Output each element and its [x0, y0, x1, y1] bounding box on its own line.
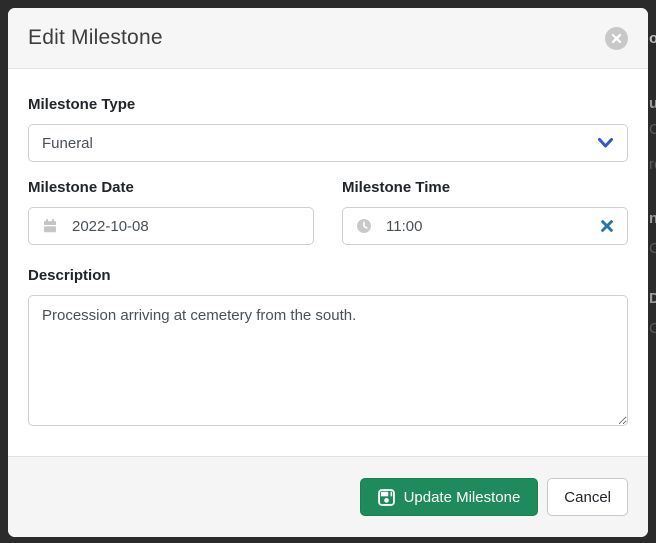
backdrop-text-fragment: C — [649, 122, 656, 137]
clear-time-button[interactable] — [600, 219, 614, 233]
backdrop-text-fragment: n — [649, 211, 656, 226]
close-button[interactable] — [605, 27, 628, 50]
milestone-type-label: Milestone Type — [28, 96, 628, 114]
cancel-button[interactable]: Cancel — [547, 478, 628, 516]
description-label: Description — [28, 267, 628, 285]
clear-x-icon — [600, 219, 614, 233]
backdrop-text-fragment: ro — [649, 157, 656, 172]
milestone-time-field[interactable] — [386, 218, 594, 235]
edit-milestone-modal: Edit Milestone Milestone Type Funeral — [8, 8, 648, 537]
modal-backdrop: o u C ro n C De C Edit Milestone Milesto… — [0, 0, 656, 543]
backdrop-text-fragment: u — [649, 96, 656, 111]
milestone-date-field[interactable] — [72, 218, 300, 235]
update-milestone-label: Update Milestone — [404, 489, 521, 506]
save-icon — [378, 489, 395, 506]
milestone-type-group: Milestone Type Funeral — [28, 96, 628, 162]
milestone-type-value: Funeral — [42, 135, 93, 152]
milestone-time-group: Milestone Time — [342, 179, 628, 245]
milestone-date-label: Milestone Date — [28, 179, 314, 197]
milestone-date-group: Milestone Date — [28, 179, 314, 245]
clock-icon — [356, 218, 372, 234]
description-group: Description Procession arriving at cemet… — [28, 267, 628, 431]
modal-header: Edit Milestone — [8, 8, 648, 69]
backdrop-text-fragment: De — [649, 291, 656, 306]
description-textarea[interactable]: Procession arriving at cemetery from the… — [28, 295, 628, 426]
milestone-time-input[interactable] — [342, 207, 628, 245]
backdrop-text-fragment: C — [649, 321, 656, 336]
date-time-row: Milestone Date — [28, 179, 628, 245]
update-milestone-button[interactable]: Update Milestone — [360, 478, 539, 516]
backdrop-text-fragment: C — [649, 241, 656, 256]
calendar-icon — [42, 218, 58, 234]
modal-title: Edit Milestone — [28, 26, 163, 50]
close-icon — [611, 33, 622, 44]
milestone-type-select[interactable]: Funeral — [28, 124, 628, 162]
milestone-date-input[interactable] — [28, 207, 314, 245]
milestone-time-label: Milestone Time — [342, 179, 628, 197]
chevron-down-icon — [597, 137, 614, 149]
modal-footer: Update Milestone Cancel — [8, 456, 648, 537]
backdrop-text-fragment: o — [649, 31, 656, 46]
modal-body: Milestone Type Funeral Milestone Date — [8, 69, 648, 456]
